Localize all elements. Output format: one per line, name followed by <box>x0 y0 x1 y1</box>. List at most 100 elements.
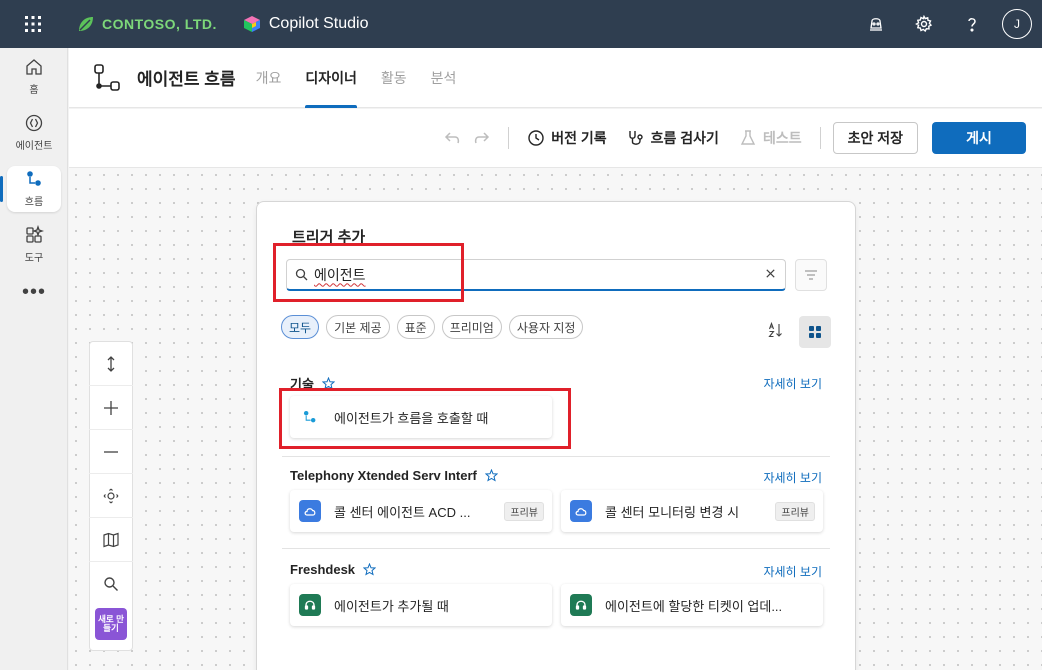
section-divider <box>282 456 830 457</box>
tab-analytics[interactable]: 분석 <box>419 48 469 108</box>
trigger-card[interactable]: 콜 센터 모니터링 변경 시 프리뷰 <box>561 490 823 532</box>
tab-designer[interactable]: 디자이너 <box>293 48 369 108</box>
home-icon <box>26 58 42 75</box>
section-divider <box>282 548 830 549</box>
flow-checker-label: 흐름 검사기 <box>650 130 719 146</box>
minus-icon <box>104 450 118 453</box>
toolbar-divider <box>819 127 821 149</box>
clear-icon[interactable] <box>764 267 777 280</box>
trigger-card[interactable]: 에이전트에 할당한 티켓이 업데... <box>561 584 823 626</box>
redo-icon <box>475 132 490 144</box>
publish-button[interactable]: 게시 <box>932 122 1026 154</box>
rail-item-flow[interactable]: 흐름 <box>0 160 68 216</box>
chip-standard[interactable]: 표준 <box>396 315 435 339</box>
flow-icon <box>27 170 41 186</box>
test-button[interactable]: 테스트 <box>729 122 812 154</box>
test-label: 테스트 <box>762 130 802 146</box>
user-avatar[interactable]: J <box>1002 9 1032 39</box>
brand-name: CONTOSO, LTD. <box>102 16 217 32</box>
see-more-link[interactable]: 자세히 보기 <box>763 469 822 486</box>
history-icon <box>528 130 544 146</box>
chip-all[interactable]: 모두 <box>281 315 320 339</box>
trigger-card[interactable]: 콜 센터 에이전트 ACD ... 프리뷰 <box>290 490 552 532</box>
waffle-icon[interactable] <box>0 0 66 48</box>
agent-icon <box>25 114 43 131</box>
sort-button[interactable] <box>762 316 790 344</box>
page-header: 에이전트 흐름 개요 디자이너 활동 분석 <box>69 48 1042 108</box>
page-title: 에이전트 흐름 <box>137 70 236 89</box>
settings-icon[interactable] <box>900 0 948 48</box>
tab-activity[interactable]: 활동 <box>369 48 419 108</box>
rail-label-tools: 도구 <box>24 252 44 264</box>
undo-icon <box>445 132 460 144</box>
header-tabs: 개요 디자이너 활동 분석 <box>244 48 469 108</box>
more-icon[interactable]: ••• <box>0 272 68 312</box>
chip-premium[interactable]: 프리미엄 <box>441 315 502 339</box>
freshdesk-icon <box>570 594 592 616</box>
tab-overview[interactable]: 개요 <box>244 48 294 108</box>
see-more-link[interactable]: 자세히 보기 <box>763 563 822 580</box>
chip-built-in[interactable]: 기본 제공 <box>326 315 390 339</box>
section-header: Telephony Xtended Serv Interf <box>290 468 498 483</box>
sort-az-icon <box>768 322 782 338</box>
plus-icon <box>104 400 118 415</box>
star-icon[interactable] <box>484 469 498 482</box>
minimap-button[interactable] <box>89 518 133 562</box>
category-chips: 모두 기본 제공 표준 프리미엄 사용자 지정 <box>281 315 584 339</box>
product-title: Copilot Studio <box>243 15 369 33</box>
help-icon[interactable] <box>948 0 996 48</box>
redo-button[interactable] <box>472 122 500 154</box>
rail-item-tools[interactable]: 도구 <box>0 216 68 272</box>
section-header: Freshdesk <box>290 562 377 577</box>
rail-item-home[interactable]: 홈 <box>0 48 68 104</box>
toolbar-divider <box>508 127 510 149</box>
expand-vertical-icon <box>107 355 115 372</box>
stethoscope-icon <box>628 131 643 145</box>
grid-view-button[interactable] <box>799 316 831 348</box>
brand-logo[interactable]: CONTOSO, LTD. <box>76 14 217 34</box>
flask-icon <box>740 130 756 145</box>
star-icon[interactable] <box>363 563 377 576</box>
section-title: Freshdesk <box>290 562 356 577</box>
rail-label-flow: 흐름 <box>24 196 44 208</box>
copilot-icon[interactable] <box>852 0 900 48</box>
fit-view-button[interactable] <box>89 474 133 518</box>
highlight-box-card <box>279 388 571 449</box>
chip-custom[interactable]: 사용자 지정 <box>508 315 584 339</box>
save-draft-button[interactable]: 초안 저장 <box>832 122 918 154</box>
grid-icon <box>809 326 821 338</box>
freshdesk-icon <box>299 594 321 616</box>
zoom-in-button[interactable] <box>89 386 133 430</box>
version-history-button[interactable]: 버전 기록 <box>517 122 616 154</box>
leaf-icon <box>79 17 93 31</box>
designer-toolbar: 버전 기록 흐름 검사기 테스트 초안 저장 게시 <box>69 109 1042 168</box>
section-title: Telephony Xtended Serv Interf <box>290 468 477 483</box>
search-canvas-button[interactable] <box>89 562 133 606</box>
collapse-button[interactable] <box>89 342 133 386</box>
trigger-card[interactable]: 에이전트가 추가될 때 <box>290 584 552 626</box>
card-label: 콜 센터 모니터링 변경 시 <box>605 504 740 520</box>
version-history-label: 버전 기록 <box>551 130 607 146</box>
card-label: 에이전트에 할당한 티켓이 업데... <box>605 598 783 614</box>
agent-flow-icon <box>94 63 120 91</box>
map-icon <box>103 532 119 547</box>
add-trigger-panel: 트리거 추가 에이전트 모두 기본 제공 표준 프리미엄 사용자 지정 기술 자… <box>256 201 856 670</box>
canvas-controls: 새로 만들기 <box>89 341 133 651</box>
filter-button[interactable] <box>795 259 827 291</box>
flow-checker-button[interactable]: 흐름 검사기 <box>617 122 729 154</box>
rail-item-agent[interactable]: 에이전트 <box>0 104 68 160</box>
rail-label-agent: 에이전트 <box>15 140 53 152</box>
fit-view-icon <box>103 488 119 503</box>
card-label: 에이전트가 추가될 때 <box>334 598 449 614</box>
zoom-out-button[interactable] <box>89 430 133 474</box>
card-label: 콜 센터 에이전트 ACD ... <box>334 504 471 520</box>
cloud-connector-icon <box>570 500 592 522</box>
left-nav-rail: 홈 에이전트 흐름 도구 ••• <box>0 48 68 670</box>
see-more-link[interactable]: 자세히 보기 <box>763 375 822 392</box>
highlight-box-search <box>273 243 464 302</box>
undo-button[interactable] <box>434 122 472 154</box>
new-badge[interactable]: 새로 만들기 <box>95 608 127 640</box>
cloud-connector-icon <box>299 500 321 522</box>
rail-label-home: 홈 <box>29 84 39 96</box>
preview-badge: 프리뷰 <box>504 501 544 521</box>
